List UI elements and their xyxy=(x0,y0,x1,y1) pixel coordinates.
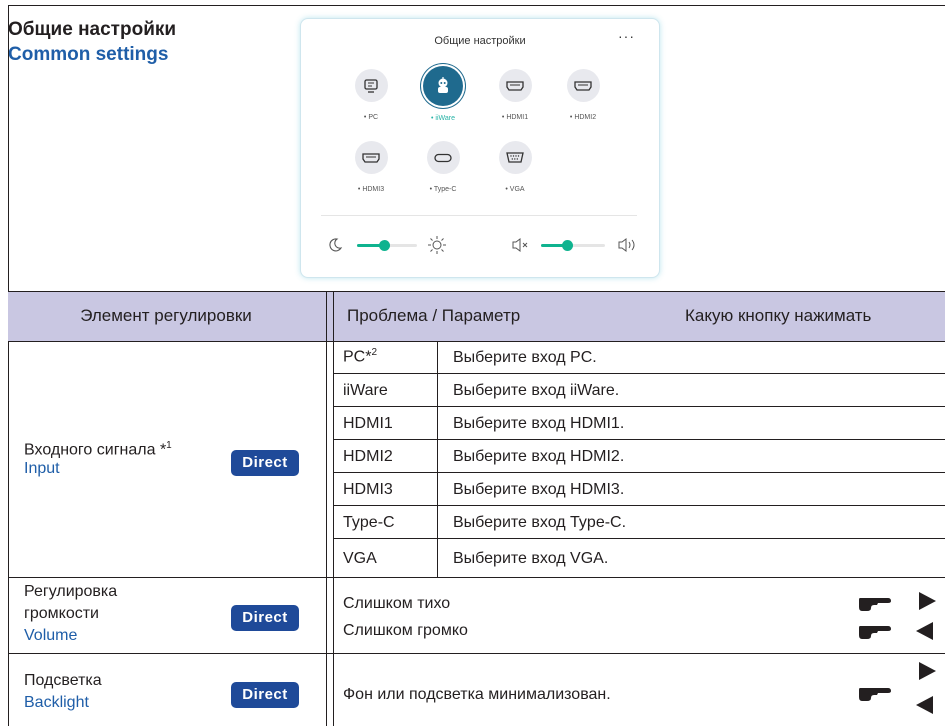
row-divider xyxy=(334,538,945,539)
right-arrow-icon xyxy=(919,662,936,680)
direct-button[interactable]: Direct xyxy=(231,605,299,631)
source-label: • PC xyxy=(363,114,379,121)
volume-slider-knob[interactable] xyxy=(561,240,573,251)
header-item: Элемент регулировки xyxy=(80,306,252,325)
source-label: • Type-C xyxy=(429,186,457,193)
source-hdmi3[interactable]: • HDMI3 xyxy=(335,141,407,193)
section-divider xyxy=(8,577,945,578)
table-row: PC*2 xyxy=(343,347,378,366)
input-col-separator xyxy=(437,341,438,577)
monitor-icon xyxy=(354,69,388,102)
table-row: Выберите вход PC. xyxy=(453,349,597,366)
table-top-border xyxy=(8,291,945,292)
header-bottom-border xyxy=(8,341,945,342)
header-problem: Проблема / Параметр xyxy=(347,306,521,325)
hdmi-icon xyxy=(566,69,600,102)
row-divider xyxy=(334,373,945,374)
speaker-mute-icon xyxy=(511,237,531,258)
source-hdmi2[interactable]: • HDMI2 xyxy=(547,69,619,121)
sun-icon xyxy=(427,235,447,260)
brightness-slider[interactable] xyxy=(357,240,417,251)
column-separator xyxy=(326,291,327,726)
column-separator xyxy=(333,291,334,726)
table-row: HDMI3 xyxy=(343,481,393,498)
volume-too-loud: Слишком громко xyxy=(343,622,468,639)
table-row: Выберите вход iiWare. xyxy=(453,382,620,399)
brightness-slider-knob[interactable] xyxy=(379,240,390,251)
source-label: • HDMI2 xyxy=(569,114,597,121)
table-row: Type-C xyxy=(343,514,395,531)
volume-label-ru: громкости xyxy=(24,605,99,622)
pointing-hand-icon xyxy=(858,592,898,617)
table-row: Выберите вход HDMI1. xyxy=(453,415,625,432)
frame-left-border xyxy=(8,5,9,726)
table-row: iiWare xyxy=(343,382,388,399)
source-label: • HDMI3 xyxy=(357,186,385,193)
table-row: HDMI2 xyxy=(343,448,393,465)
row-divider xyxy=(334,505,945,506)
section-divider xyxy=(8,653,945,654)
input-label-ru: Входного сигнала *1 xyxy=(24,440,172,459)
more-menu-icon[interactable]: ··· xyxy=(618,28,635,44)
source-label: • VGA xyxy=(505,186,525,193)
source-vga[interactable]: • VGA xyxy=(479,141,551,193)
source-iiware[interactable]: • iiWare xyxy=(407,66,479,122)
left-arrow-icon xyxy=(916,696,933,714)
left-arrow-icon xyxy=(916,622,933,640)
direct-button[interactable]: Direct xyxy=(231,450,299,476)
vga-icon xyxy=(498,141,532,174)
volume-too-quiet: Слишком тихо xyxy=(343,595,451,612)
hdmi-icon xyxy=(498,69,532,102)
hdmi-icon xyxy=(354,141,388,174)
backlight-label-ru: Подсветка xyxy=(24,672,102,689)
right-arrow-icon xyxy=(919,592,936,610)
panel-title: Общие настройки xyxy=(434,35,526,47)
source-label: • HDMI1 xyxy=(501,114,529,121)
common-settings-panel: Общие настройки ··· • PC • iiWare • HDMI… xyxy=(300,18,660,278)
table-row: HDMI1 xyxy=(343,415,393,432)
volume-slider[interactable] xyxy=(541,240,605,251)
usb-c-icon xyxy=(426,141,460,174)
row-divider xyxy=(334,439,945,440)
backlight-minimized: Фон или подсветка минимализован. xyxy=(343,686,611,703)
table-row: Выберите вход Type-C. xyxy=(453,514,627,531)
header-button: Какую кнопку нажимать xyxy=(685,306,872,325)
table-row: Выберите вход VGA. xyxy=(453,550,609,567)
robot-icon xyxy=(423,66,463,106)
input-label-en: Input xyxy=(24,460,60,477)
pointing-hand-icon xyxy=(858,682,898,707)
row-divider xyxy=(334,406,945,407)
direct-button[interactable]: Direct xyxy=(231,682,299,708)
panel-divider xyxy=(321,215,637,216)
section-title-en: Common settings xyxy=(8,44,169,65)
table-row: Выберите вход HDMI3. xyxy=(453,481,625,498)
source-label: • iiWare xyxy=(431,115,455,122)
source-type-c[interactable]: • Type-C xyxy=(407,141,479,193)
volume-label-ru: Регулировка xyxy=(24,583,118,600)
table-row: Выберите вход HDMI2. xyxy=(453,448,625,465)
frame-top-border xyxy=(8,5,945,6)
row-divider xyxy=(334,472,945,473)
section-title-ru: Общие настройки xyxy=(8,19,177,40)
volume-label-en: Volume xyxy=(24,627,78,644)
moon-icon xyxy=(327,237,343,258)
table-row: VGA xyxy=(343,550,377,567)
source-pc[interactable]: • PC xyxy=(335,69,407,121)
speaker-loud-icon xyxy=(617,237,639,258)
backlight-label-en: Backlight xyxy=(24,694,89,711)
source-hdmi1[interactable]: • HDMI1 xyxy=(479,69,551,121)
pointing-hand-icon xyxy=(858,620,898,645)
